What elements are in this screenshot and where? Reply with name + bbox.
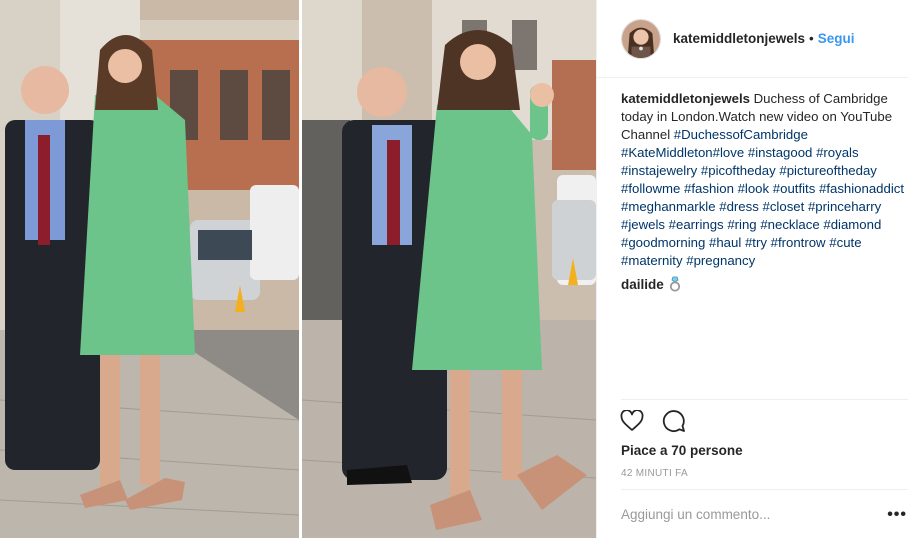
- post-header: katemiddletonjewels • Segui: [597, 0, 908, 78]
- heart-icon: [620, 410, 644, 431]
- hashtag-link[interactable]: #pregnancy: [686, 253, 755, 268]
- hashtag-link[interactable]: #earrings: [669, 217, 724, 232]
- hashtag-link[interactable]: #closet: [763, 199, 805, 214]
- hashtag-link[interactable]: #diamond: [823, 217, 881, 232]
- hashtag-link[interactable]: #maternity: [621, 253, 683, 268]
- photo-right: [302, 0, 596, 538]
- hashtag-link[interactable]: #fashionaddict: [819, 181, 904, 196]
- hashtag-link[interactable]: #picoftheday: [701, 163, 776, 178]
- hashtag-link[interactable]: #KateMiddleton: [621, 145, 713, 160]
- hashtag-link[interactable]: #meghanmarkle: [621, 199, 716, 214]
- hashtag-link[interactable]: #instajewelry: [621, 163, 697, 178]
- hashtag-link[interactable]: #goodmorning: [621, 235, 705, 250]
- hashtag-link[interactable]: #royals: [816, 145, 859, 160]
- hashtag-link[interactable]: #outfits: [773, 181, 816, 196]
- hashtag-link[interactable]: #cute: [829, 235, 861, 250]
- hashtag-link[interactable]: #dress: [719, 199, 759, 214]
- profile-avatar-icon[interactable]: [621, 18, 661, 59]
- hashtag-link[interactable]: #fashion: [684, 181, 734, 196]
- more-options-button[interactable]: •••: [887, 506, 907, 524]
- post-actions: [619, 409, 687, 433]
- hashtag-link[interactable]: #jewels: [621, 217, 665, 232]
- hashtag-link[interactable]: #DuchessofCambridge: [674, 127, 808, 142]
- like-button[interactable]: [619, 409, 645, 433]
- hashtag-link[interactable]: #frontrow: [771, 235, 826, 250]
- hashtag-link[interactable]: #ring: [727, 217, 756, 232]
- add-comment-input[interactable]: [621, 506, 881, 522]
- post-timestamp[interactable]: 42 MINUTI FA: [621, 468, 688, 479]
- hashtag-link[interactable]: #princeharry: [808, 199, 881, 214]
- follow-button[interactable]: Segui: [818, 31, 855, 46]
- post-sidebar: katemiddletonjewels • Segui katemiddleto…: [596, 0, 908, 538]
- hashtag-link[interactable]: #instagood: [748, 145, 813, 160]
- post-photo[interactable]: [0, 0, 596, 538]
- hashtag-link[interactable]: #try: [745, 235, 767, 250]
- post-caption: katemiddletonjewels Duchess of Cambridge…: [621, 90, 905, 270]
- ring-icon: [669, 276, 680, 292]
- hashtag-link[interactable]: #look: [738, 181, 770, 196]
- add-comment-section: •••: [621, 489, 908, 538]
- hashtag-link[interactable]: #necklace: [760, 217, 819, 232]
- comment-icon: [662, 410, 685, 432]
- hashtag-link[interactable]: #followme: [621, 181, 680, 196]
- comment-username-link[interactable]: dailide: [621, 277, 664, 292]
- street-photo-left-image: [0, 0, 299, 538]
- photo-left: [0, 0, 299, 538]
- hashtag-link[interactable]: #pictureoftheday: [779, 163, 877, 178]
- header-separator: •: [809, 31, 814, 46]
- comment-button[interactable]: [661, 409, 687, 433]
- comment-row: dailide: [621, 276, 682, 292]
- likes-count[interactable]: Piace a 70 persone: [621, 443, 743, 458]
- hashtag-link[interactable]: #haul: [709, 235, 741, 250]
- header-username-link[interactable]: katemiddletonjewels: [673, 31, 805, 46]
- street-photo-right-image: [302, 0, 596, 538]
- actions-divider: [621, 399, 908, 400]
- hashtag-link[interactable]: #love: [713, 145, 745, 160]
- caption-username-link[interactable]: katemiddletonjewels: [621, 91, 750, 106]
- caption-hashtags: #DuchessofCambridge #KateMiddleton#love …: [621, 127, 904, 268]
